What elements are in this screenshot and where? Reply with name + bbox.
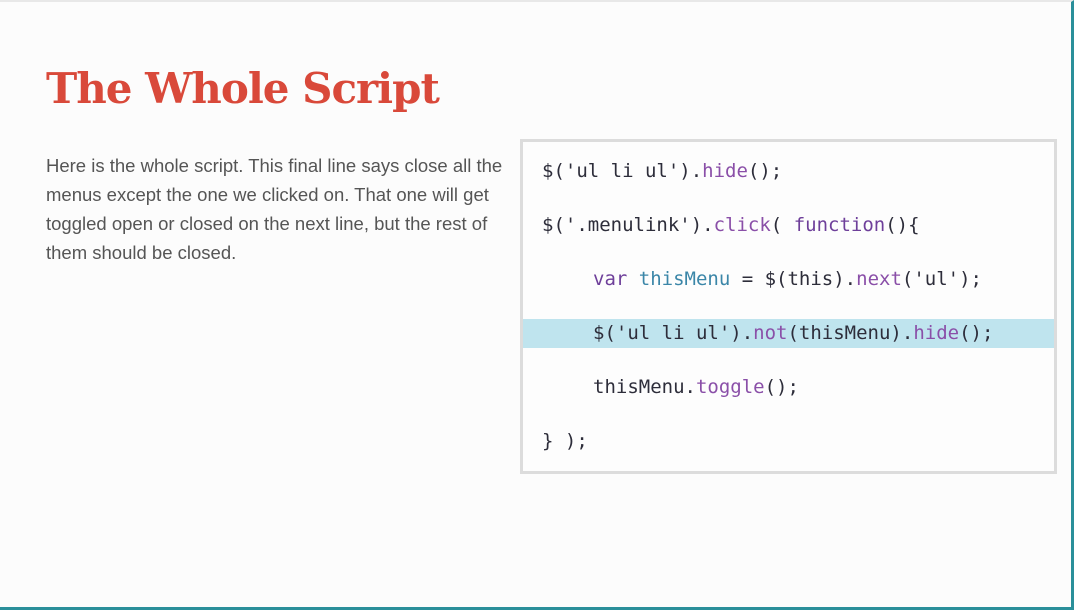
code-token: $('ul li ul').	[542, 160, 703, 182]
code-token: hide	[702, 160, 748, 182]
code-line: } );	[523, 427, 1054, 456]
slide-title: The Whole Script	[46, 64, 440, 113]
code-token: thisMenu	[638, 268, 731, 290]
code-line-highlighted: $('ul li ul').not(thisMenu).hide();	[523, 319, 1054, 348]
code-token: ();	[764, 376, 799, 398]
code-token: toggle	[695, 376, 765, 398]
code-token: (	[770, 214, 794, 236]
code-line: thisMenu.toggle();	[523, 373, 1054, 402]
slide-description: Here is the whole script. This final lin…	[46, 155, 503, 263]
code-token: not	[753, 322, 788, 344]
code-token: function	[793, 214, 886, 236]
code-token: click	[713, 214, 771, 236]
code-token: (){	[885, 214, 920, 236]
slide: The Whole Script Here is the whole scrip…	[0, 0, 1074, 610]
code-token: next	[856, 268, 902, 290]
code-line: $('ul li ul').hide();	[523, 157, 1054, 186]
code-token: var	[593, 268, 639, 290]
code-line: $('.menulink').click( function(){	[523, 211, 1054, 240]
code-token: thisMenu.	[593, 376, 696, 398]
code-token: ();	[959, 322, 994, 344]
code-token: $('.menulink').	[542, 214, 714, 236]
code-token: hide	[913, 322, 960, 344]
code-token: (thisMenu).	[787, 322, 914, 344]
code-token: ('ul');	[901, 268, 982, 290]
code-token: } );	[542, 430, 588, 452]
code-token: ();	[747, 160, 783, 182]
code-panel: $('ul li ul').hide(); $('.menulink').clic…	[520, 139, 1057, 474]
code-token: $('ul li ul').	[593, 322, 754, 344]
code-token: = $(this).	[730, 268, 857, 290]
code-line: var thisMenu = $(this).next('ul');	[523, 265, 1054, 294]
